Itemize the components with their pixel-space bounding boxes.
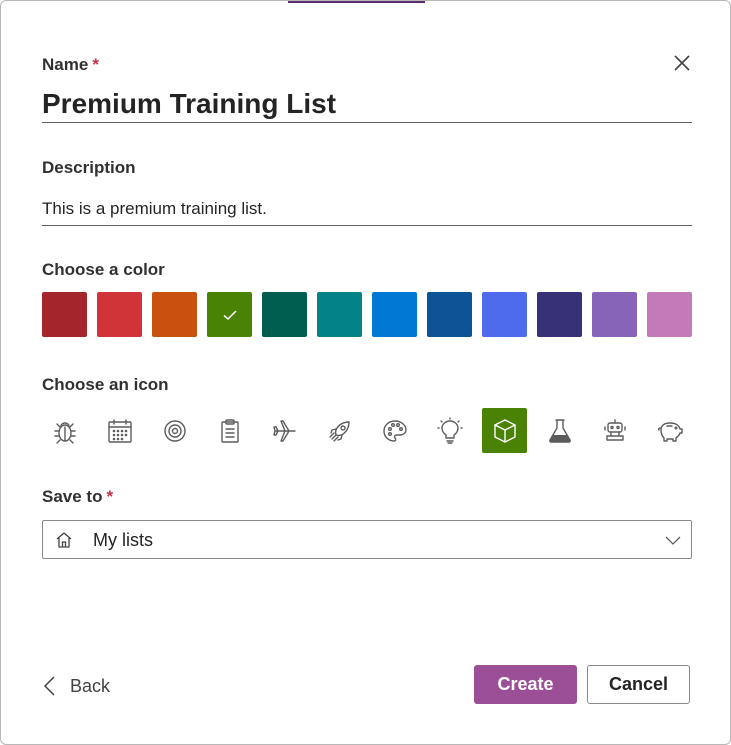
color-swatch[interactable] — [647, 292, 692, 337]
airplane-icon — [272, 419, 296, 442]
icon-option[interactable] — [207, 408, 252, 453]
name-label: Name * — [42, 55, 99, 74]
icon-option[interactable] — [97, 408, 142, 453]
bug-icon — [53, 421, 76, 444]
color-swatch[interactable] — [592, 292, 637, 337]
color-picker — [42, 292, 692, 337]
close-icon — [674, 55, 690, 71]
icon-option[interactable] — [482, 408, 527, 453]
piggy-bank-icon — [657, 421, 683, 442]
cancel-button[interactable]: Cancel — [587, 665, 690, 704]
calendar-icon — [107, 418, 132, 443]
required-mark: * — [106, 487, 114, 506]
save-to-label: Save to * — [42, 487, 114, 506]
create-list-dialog: Name* Description Choose a color Choose … — [0, 0, 731, 745]
color-label: Choose a color — [42, 260, 165, 279]
save-to-value: My lists — [93, 530, 153, 550]
rocket-icon — [328, 420, 350, 442]
color-swatch[interactable] — [207, 292, 252, 337]
description-input[interactable] — [42, 192, 692, 226]
name-input[interactable] — [42, 85, 692, 123]
robot-icon — [603, 418, 626, 441]
icon-option[interactable] — [152, 408, 197, 453]
lightbulb-icon — [436, 416, 463, 444]
icon-option[interactable] — [42, 408, 87, 453]
icon-picker — [42, 408, 692, 453]
save-to-dropdown[interactable]: My lists — [42, 520, 692, 559]
checkmark-icon — [223, 309, 237, 320]
icon-option[interactable] — [262, 408, 307, 453]
dialog-accent-bar — [288, 1, 425, 3]
icon-option[interactable] — [372, 408, 417, 453]
color-swatch[interactable] — [97, 292, 142, 337]
icon-option[interactable] — [537, 408, 582, 453]
color-swatch[interactable] — [372, 292, 417, 337]
box-icon — [493, 418, 516, 443]
clipboard-icon — [220, 418, 239, 443]
icon-option[interactable] — [427, 408, 472, 453]
color-swatch[interactable] — [427, 292, 472, 337]
palette-icon — [382, 419, 407, 442]
description-label: Description — [42, 158, 136, 177]
color-swatch[interactable] — [42, 292, 87, 337]
icon-option[interactable] — [317, 408, 362, 453]
chevron-down-icon — [665, 536, 681, 545]
icon-label: Choose an icon — [42, 375, 169, 394]
icon-option[interactable] — [647, 408, 692, 453]
create-button[interactable]: Create — [474, 665, 577, 704]
flask-icon — [548, 418, 571, 443]
color-swatch[interactable] — [482, 292, 527, 337]
chevron-left-icon — [43, 676, 55, 696]
color-swatch[interactable] — [317, 292, 362, 337]
home-icon — [56, 532, 72, 548]
icon-option[interactable] — [592, 408, 637, 453]
color-swatch[interactable] — [537, 292, 582, 337]
close-button[interactable] — [669, 50, 695, 76]
required-mark: * — [92, 55, 99, 74]
back-button[interactable]: Back — [42, 673, 110, 699]
color-swatch[interactable] — [152, 292, 197, 337]
color-swatch[interactable] — [262, 292, 307, 337]
target-icon — [163, 419, 186, 442]
back-label: Back — [70, 675, 111, 696]
